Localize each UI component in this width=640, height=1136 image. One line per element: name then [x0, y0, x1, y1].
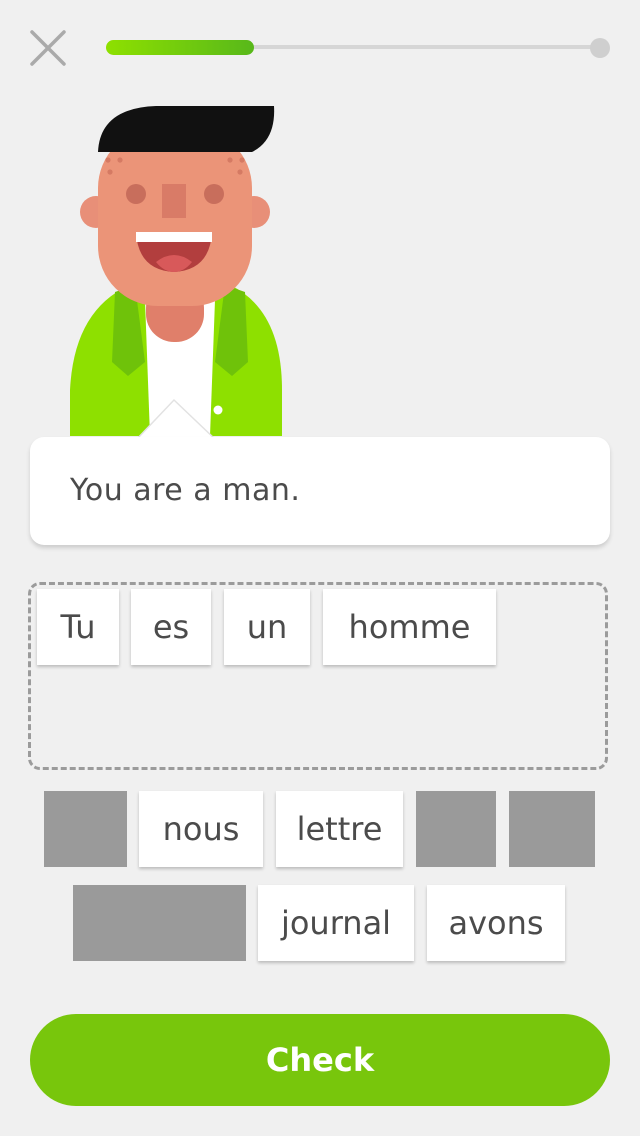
character-illustration	[70, 106, 282, 436]
answer-tile[interactable]: Tu	[37, 589, 119, 665]
word-bank-tile-used	[44, 791, 127, 867]
word-bank-tile-used	[416, 791, 496, 867]
word-bank-tile[interactable]: nous	[139, 791, 263, 867]
word-bank-tile[interactable]: lettre	[276, 791, 403, 867]
progress-fill	[106, 40, 254, 55]
answer-tile[interactable]: un	[224, 589, 310, 665]
check-button[interactable]: Check	[30, 1014, 610, 1106]
speech-bubble-tail	[136, 398, 216, 440]
close-button[interactable]	[24, 24, 72, 72]
answer-tile[interactable]: es	[131, 589, 211, 665]
prompt-text: You are a man.	[70, 473, 301, 508]
close-icon	[30, 30, 66, 66]
word-bank-tile-used	[73, 885, 246, 961]
answer-tile[interactable]: homme	[323, 589, 496, 665]
speech-bubble: You are a man.	[30, 437, 610, 545]
word-bank-tile[interactable]: avons	[427, 885, 565, 961]
word-bank-tile-used	[509, 791, 595, 867]
progress-end-dot	[590, 38, 610, 58]
word-bank-tile[interactable]: journal	[258, 885, 414, 961]
